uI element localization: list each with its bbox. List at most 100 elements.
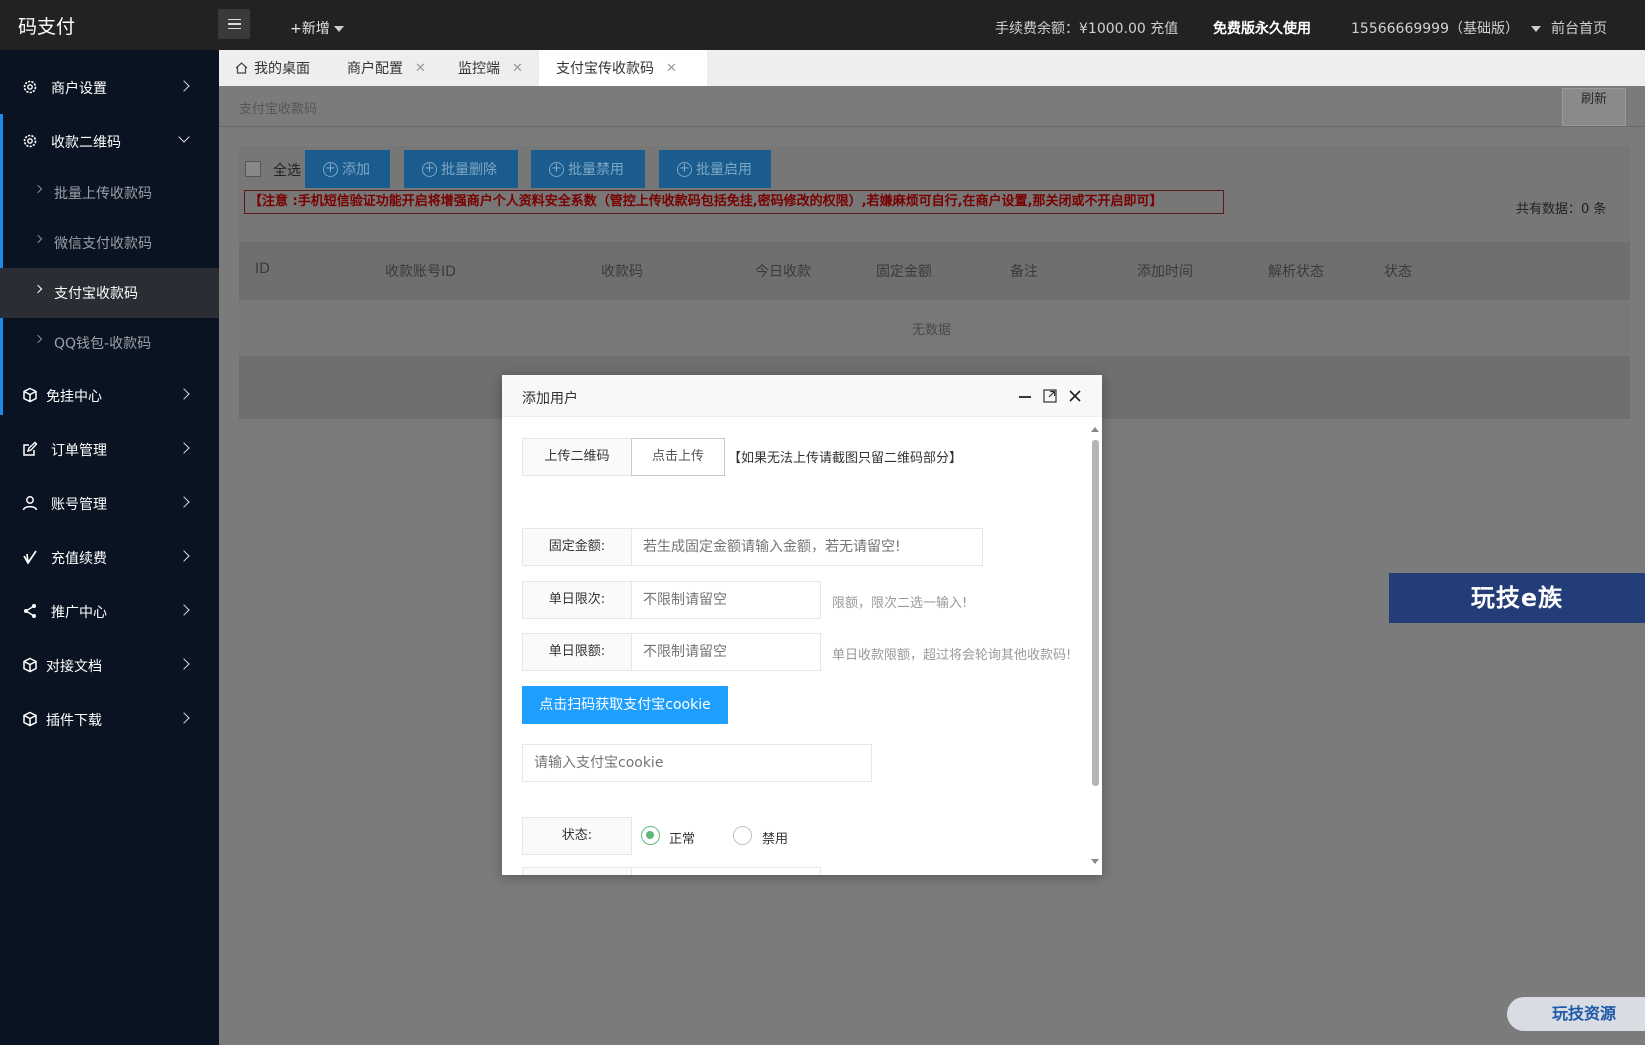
sidebar-item-free-hosting[interactable]: 免挂中心 — [0, 368, 219, 422]
column-header-remark: 备注 — [1010, 264, 1038, 280]
daily-limit-label: 单日限额: — [522, 633, 632, 671]
new-label: +新增 — [290, 21, 330, 37]
chevron-right-icon — [33, 234, 43, 244]
chevron-right-icon — [33, 334, 43, 344]
chevron-right-icon — [178, 604, 190, 616]
new-dropdown[interactable]: +新增 — [290, 18, 344, 38]
sidebar-subitem-batch-upload[interactable]: 批量上传收款码 — [0, 168, 219, 218]
sidebar-subitem-label: 支付宝收款码 — [54, 286, 138, 302]
sidebar-item-orders[interactable]: 订单管理 — [0, 422, 219, 476]
plus-icon: + — [677, 161, 692, 177]
column-header-parse-status: 解析状态 — [1268, 264, 1324, 280]
daily-count-hint: 限额，限次二选一输入! — [832, 596, 968, 611]
account-dropdown[interactable]: 15566669999（基础版） — [1351, 18, 1541, 38]
column-header-id: ID — [255, 261, 270, 277]
add-button[interactable]: + 添加 — [305, 150, 390, 188]
watermark-banner: 玩技e族 — [1389, 573, 1645, 623]
sidebar-item-label: 插件下载 — [46, 713, 102, 729]
scan-cookie-button[interactable]: 点击扫码获取支付宝cookie — [522, 686, 728, 724]
status-disabled-radio[interactable] — [733, 826, 752, 845]
plus-icon: + — [549, 161, 564, 177]
app-logo: 码支付 — [18, 16, 76, 38]
daily-count-label: 单日限次: — [522, 581, 632, 619]
maximize-icon[interactable] — [1043, 389, 1057, 403]
chevron-right-icon — [178, 550, 190, 562]
dialog-body: 上传二维码 点击上传 【如果无法上传请截图只留二维码部分】 固定金额: 若生成固… — [502, 417, 1102, 875]
next-field-label — [522, 867, 632, 875]
sidebar-subitem-wechat[interactable]: 微信支付收款码 — [0, 218, 219, 268]
status-disabled-label: 禁用 — [762, 832, 789, 847]
column-header-fixed-amount: 固定金额 — [876, 264, 932, 280]
no-data-text: 无数据 — [912, 323, 952, 338]
fixed-amount-input[interactable]: 若生成固定金额请输入金额，若无请留空! — [631, 528, 983, 566]
chevron-right-icon — [178, 496, 190, 508]
tab-desktop[interactable]: 我的桌面 — [219, 50, 330, 86]
sidebar-item-label: 收款二维码 — [51, 135, 121, 151]
upload-button[interactable]: 点击上传 — [631, 438, 725, 476]
close-icon[interactable]: ✕ — [415, 61, 426, 76]
share-icon — [24, 604, 36, 618]
caret-down-icon — [1530, 26, 1541, 32]
close-icon[interactable]: ✕ — [666, 61, 677, 76]
daily-count-input[interactable]: 不限制请留空 — [631, 581, 821, 619]
dialog-header: 添加用户 — [502, 375, 1102, 417]
tab-monitor[interactable]: 监控端 ✕ — [441, 50, 539, 86]
breadcrumb: 支付宝收款码 — [239, 102, 318, 117]
scroll-down-arrow[interactable] — [1091, 859, 1099, 864]
chevron-right-icon — [33, 284, 43, 294]
close-icon[interactable]: ✕ — [512, 61, 523, 76]
account-label: 15566669999（基础版） — [1351, 21, 1519, 37]
menu-toggle-button[interactable] — [218, 9, 250, 39]
minimize-icon[interactable] — [1018, 389, 1032, 403]
sidebar-item-accounts[interactable]: 账号管理 — [0, 476, 219, 530]
sidebar-item-label: 推广中心 — [51, 605, 107, 621]
refresh-button[interactable]: 刷新 — [1562, 88, 1626, 126]
sidebar-item-plugins[interactable]: 插件下载 — [0, 692, 219, 746]
total-count: 共有数据：0 条 — [1516, 202, 1607, 217]
fee-balance[interactable]: 手续费余额：¥1000.00 充值 — [995, 18, 1178, 38]
sidebar-item-label: 商户设置 — [51, 81, 107, 97]
scrollbar-thumb[interactable] — [1092, 440, 1099, 786]
gear-icon — [23, 80, 37, 94]
check-icon — [23, 550, 37, 565]
cube-icon — [23, 657, 37, 673]
tab-alipay-upload[interactable]: 支付宝传收款码 ✕ — [539, 50, 707, 86]
chevron-right-icon — [178, 442, 190, 454]
close-icon[interactable] — [1068, 389, 1082, 403]
user-icon — [22, 496, 38, 511]
sidebar-item-recharge[interactable]: 充值续费 — [0, 530, 219, 584]
fixed-amount-label: 固定金额: — [522, 528, 632, 566]
sidebar-item-label: 免挂中心 — [46, 389, 102, 405]
front-home-link[interactable]: 前台首页 — [1551, 18, 1607, 38]
sidebar: 商户设置 收款二维码 批量上传收款码 微信支付收款码 支付宝收款码 QQ钱包-收… — [0, 50, 219, 1045]
sidebar-item-api-docs[interactable]: 对接文档 — [0, 638, 219, 692]
sidebar-item-label: 账号管理 — [51, 497, 107, 513]
caret-down-icon — [333, 26, 344, 32]
chevron-right-icon — [178, 80, 190, 92]
chevron-right-icon — [178, 388, 190, 400]
sidebar-subitem-qq[interactable]: QQ钱包-收款码 — [0, 318, 219, 368]
sidebar-subitem-alipay[interactable]: 支付宝收款码 — [0, 268, 219, 318]
free-plan-label: 免费版永久使用 — [1213, 21, 1311, 37]
select-all-checkbox[interactable] — [245, 161, 261, 177]
status-label: 状态: — [522, 817, 632, 855]
edit-icon — [23, 441, 38, 456]
sidebar-item-qrcode[interactable]: 收款二维码 — [0, 114, 219, 168]
scroll-up-arrow[interactable] — [1091, 427, 1099, 432]
status-normal-radio[interactable] — [641, 826, 660, 845]
home-icon — [235, 62, 248, 74]
next-field-input[interactable] — [631, 867, 821, 875]
plus-icon: + — [323, 161, 338, 177]
batch-disable-button[interactable]: + 批量禁用 — [531, 150, 645, 188]
batch-enable-button[interactable]: + 批量启用 — [659, 150, 771, 188]
chevron-right-icon — [178, 658, 190, 670]
tab-merchant-config[interactable]: 商户配置 ✕ — [330, 50, 441, 86]
sidebar-item-merchant-settings[interactable]: 商户设置 — [0, 60, 219, 114]
gear-icon — [23, 134, 37, 148]
daily-limit-input[interactable]: 不限制请留空 — [631, 633, 821, 671]
batch-delete-button[interactable]: + 批量删除 — [404, 150, 518, 188]
sidebar-item-label: 订单管理 — [51, 443, 107, 459]
cookie-input[interactable]: 请输入支付宝cookie — [522, 744, 872, 782]
security-notice: 【注意 :手机短信验证功能开启将增强商户个人资料安全系数（管控上传收款码包括免挂… — [244, 190, 1224, 214]
sidebar-item-promotion[interactable]: 推广中心 — [0, 584, 219, 638]
